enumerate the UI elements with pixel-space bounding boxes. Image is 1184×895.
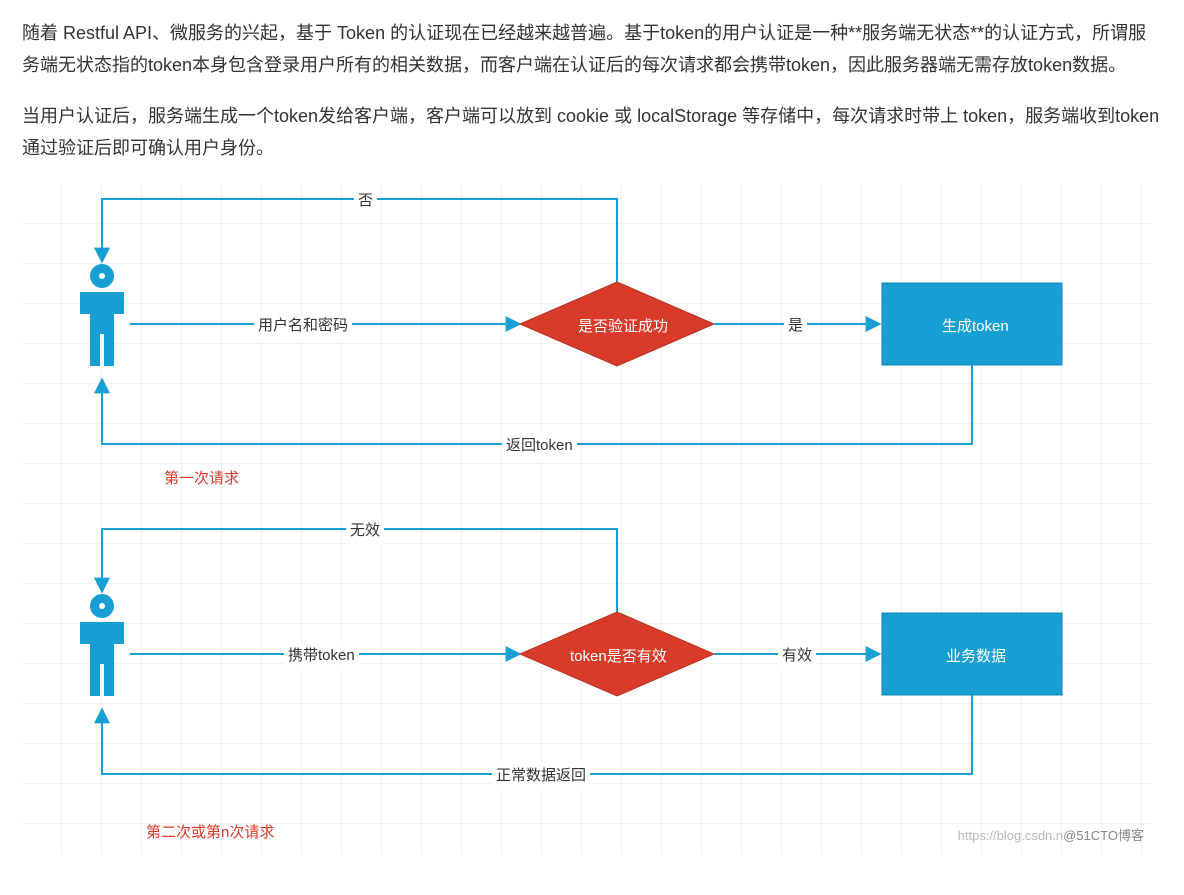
- intro-paragraph-2: 当用户认证后，服务端生成一个token发给客户端，客户端可以放到 cookie …: [22, 101, 1162, 164]
- watermark: https://blog.csdn.n@51CTO博客: [958, 825, 1144, 848]
- label-no-1: 否: [354, 188, 377, 214]
- label-box-2: 业务数据: [942, 644, 1010, 670]
- label-no-2: 无效: [346, 518, 384, 544]
- caption-2: 第二次或第n次请求: [142, 820, 278, 846]
- label-yes-2: 有效: [778, 643, 816, 669]
- label-return-1: 返回token: [502, 433, 577, 459]
- caption-1: 第一次请求: [160, 466, 243, 492]
- watermark-dark: @51CTO博客: [1063, 828, 1144, 843]
- label-return-2: 正常数据返回: [492, 763, 590, 789]
- user-icon-2: [80, 594, 124, 696]
- label-edge-to-decision-2: 携带token: [284, 643, 359, 669]
- intro-paragraph-1: 随着 Restful API、微服务的兴起，基于 Token 的认证现在已经越来…: [22, 18, 1162, 81]
- diagram-svg: [22, 184, 1152, 854]
- watermark-faint: https://blog.csdn.n: [958, 828, 1064, 843]
- label-edge-to-decision-1: 用户名和密码: [254, 313, 352, 339]
- label-yes-1: 是: [784, 313, 807, 339]
- label-decision-2: token是否有效: [566, 644, 671, 670]
- label-box-1: 生成token: [938, 314, 1013, 340]
- label-decision-1: 是否验证成功: [574, 314, 672, 340]
- user-icon: [80, 264, 124, 366]
- token-flow-diagram: 用户名和密码 是否验证成功 否 是 生成token 返回token 第一次请求 …: [22, 184, 1152, 854]
